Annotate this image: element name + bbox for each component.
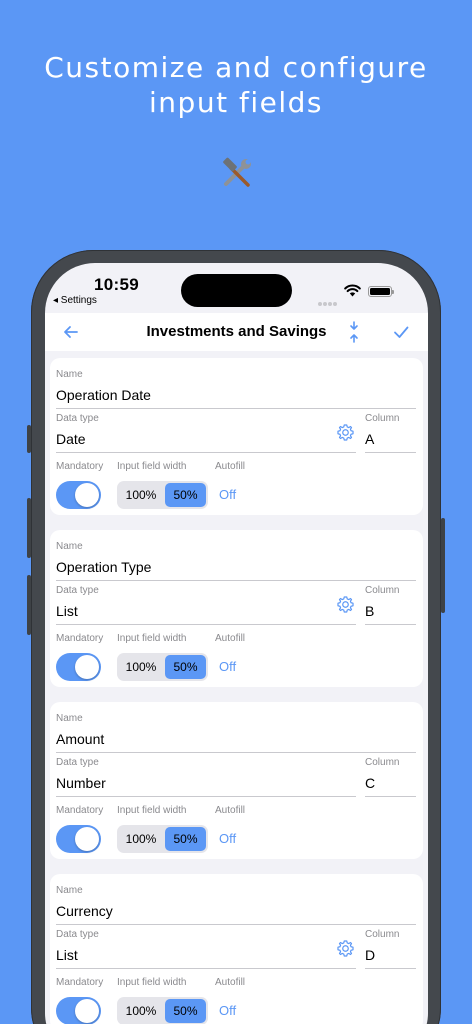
width-option-50[interactable]: 50% (165, 827, 206, 851)
back-to-app-link[interactable]: ◂ Settings (53, 295, 97, 306)
data-type-label: Data type (56, 585, 99, 596)
phone-volume-down (27, 575, 31, 635)
data-type-value[interactable]: List (56, 947, 78, 963)
width-option-100[interactable]: 100% (119, 655, 163, 679)
input-field-width-label: Input field width (117, 461, 187, 472)
name-input[interactable]: Operation Type (56, 559, 151, 575)
autofill-label: Autofill (215, 461, 246, 472)
autofill-label: Autofill (215, 805, 246, 816)
field-card-2: Name Amount Data type Number Column C Ma… (50, 702, 423, 859)
gear-icon[interactable] (336, 939, 355, 958)
gear-icon[interactable] (336, 423, 355, 442)
autofill-value[interactable]: Off (219, 1003, 236, 1018)
page-title: Investments and Savings (146, 323, 327, 340)
width-option-50[interactable]: 50% (165, 483, 206, 507)
phone-screen: 10:59 ◂ Settings Investments and Savings (45, 263, 428, 1024)
dynamic-island (181, 274, 292, 307)
name-input[interactable]: Amount (56, 731, 104, 747)
width-option-50[interactable]: 50% (165, 655, 206, 679)
hammer-and-wrench-icon (223, 157, 251, 187)
name-label: Name (56, 541, 83, 552)
width-segmented-control: 100% 50% (117, 481, 208, 509)
column-label: Column (365, 929, 400, 940)
checkmark-icon[interactable] (392, 323, 410, 341)
column-value[interactable]: D (365, 947, 375, 963)
column-value[interactable]: A (365, 431, 374, 447)
phone-power-button (441, 518, 445, 613)
mandatory-label: Mandatory (56, 977, 104, 988)
gear-icon[interactable] (336, 595, 355, 614)
input-field-width-label: Input field width (117, 977, 187, 988)
width-segmented-control: 100% 50% (117, 997, 208, 1024)
width-option-100[interactable]: 100% (119, 827, 163, 851)
width-option-50[interactable]: 50% (165, 999, 206, 1023)
vertical-resize-icon[interactable] (345, 321, 363, 343)
status-bar: 10:59 ◂ Settings (45, 263, 428, 313)
column-label: Column (365, 585, 400, 596)
name-label: Name (56, 885, 83, 896)
name-label: Name (56, 713, 83, 724)
autofill-value[interactable]: Off (219, 487, 236, 502)
mandatory-label: Mandatory (56, 805, 104, 816)
input-field-width-label: Input field width (117, 805, 187, 816)
mandatory-toggle[interactable] (56, 997, 101, 1024)
width-segmented-control: 100% 50% (117, 825, 208, 853)
name-label: Name (56, 369, 83, 380)
mandatory-label: Mandatory (56, 461, 104, 472)
width-option-100[interactable]: 100% (119, 999, 163, 1023)
name-input[interactable]: Currency (56, 903, 113, 919)
autofill-value[interactable]: Off (219, 659, 236, 674)
phone-volume-up (27, 498, 31, 558)
headline-line-1: Customize and configure (44, 51, 428, 84)
column-label: Column (365, 413, 400, 424)
headline-line-2: input fields (149, 86, 323, 119)
autofill-label: Autofill (215, 977, 246, 988)
field-card-3: Name Currency Data type List Column D Ma… (50, 874, 423, 1024)
column-value[interactable]: B (365, 603, 374, 619)
mandatory-toggle[interactable] (56, 653, 101, 681)
cellular-signal-icon (318, 293, 338, 311)
mandatory-toggle[interactable] (56, 825, 101, 853)
wifi-icon (344, 284, 361, 297)
battery-icon (368, 286, 394, 297)
data-type-label: Data type (56, 929, 99, 940)
column-value[interactable]: C (365, 775, 375, 791)
mandatory-toggle[interactable] (56, 481, 101, 509)
autofill-value[interactable]: Off (219, 831, 236, 846)
name-input[interactable]: Operation Date (56, 387, 151, 403)
navigation-bar: Investments and Savings (45, 313, 428, 351)
data-type-value[interactable]: List (56, 603, 78, 619)
width-segmented-control: 100% 50% (117, 653, 208, 681)
headline: Customize and configure input fields (0, 50, 472, 120)
mandatory-label: Mandatory (56, 633, 104, 644)
data-type-value[interactable]: Number (56, 775, 106, 791)
autofill-label: Autofill (215, 633, 246, 644)
field-card-0: Name Operation Date Data type Date Colum… (50, 358, 423, 515)
data-type-label: Data type (56, 757, 99, 768)
status-time: 10:59 (94, 275, 139, 294)
data-type-label: Data type (56, 413, 99, 424)
phone-mute-switch (27, 425, 31, 453)
field-card-1: Name Operation Type Data type List Colum… (50, 530, 423, 687)
data-type-value[interactable]: Date (56, 431, 86, 447)
column-label: Column (365, 757, 400, 768)
input-field-width-label: Input field width (117, 633, 187, 644)
width-option-100[interactable]: 100% (119, 483, 163, 507)
